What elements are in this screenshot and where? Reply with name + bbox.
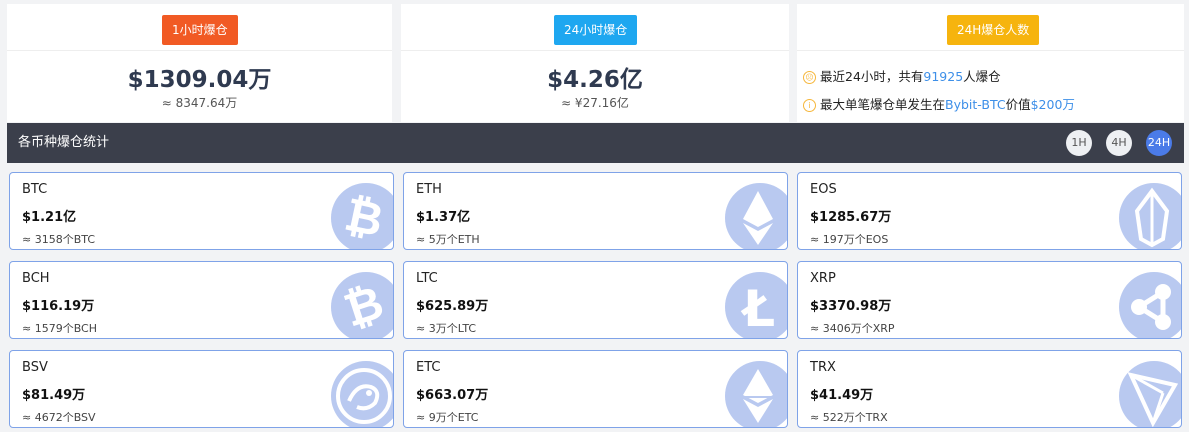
people-count-prefix: 最近24小时，共有 [820,69,924,84]
divider [797,50,1184,51]
coin-usd-value: $663.07万 [416,388,489,403]
ripple-icon [1119,272,1181,338]
bsv-dragon-icon [331,361,393,427]
day-liquidation-panel: 24小时爆仓 $4.26亿 ≈ ¥27.16亿 [401,4,789,122]
coin-card-eth[interactable]: ETH $1.37亿 ≈ 5万个ETH [403,172,788,250]
day-value: $4.26亿 [547,67,643,93]
tab-4h[interactable]: 4H [1106,130,1132,156]
largest-order-prefix: 最大单笔爆仓单发生在 [820,97,946,112]
people-count-suffix: 人爆仓 [963,69,1001,84]
coin-name: EOS [810,182,837,197]
people-count-line: ☹ 最近24小时，共有91925人爆仓 [803,66,1001,85]
divider [7,50,392,51]
svg-text:₿: ₿ [340,187,388,248]
tron-icon [1119,361,1181,427]
coin-amount: ≈ 3158个BTC [22,233,96,246]
day-approx: ≈ ¥27.16亿 [561,96,629,110]
largest-order-exchange-link[interactable]: Bybit-BTC [945,97,1006,112]
coin-amount: ≈ 197万个EOS [810,233,889,246]
coin-name: BTC [22,182,48,197]
hour-approx: ≈ 8347.64万 [161,96,238,110]
tab-1h[interactable]: 1H [1066,130,1092,156]
summary-section: 1小时爆仓 $1309.04万 ≈ 8347.64万 24小时爆仓 $4.26亿… [0,0,1189,122]
coin-amount: ≈ 3万个LTC [416,322,477,335]
coin-card-xrp[interactable]: XRP $3370.98万 ≈ 3406万个XRP [797,261,1182,339]
ethereum-icon [725,183,787,249]
people-tag: 24H爆仓人数 [947,15,1040,45]
sad-face-icon: ☹ [803,71,816,84]
largest-order-line: i 最大单笔爆仓单发生在Bybit-BTC价值$200万 [803,94,1075,113]
ethereum-classic-icon [725,361,787,427]
info-icon: i [803,99,816,112]
eos-icon [1119,183,1181,249]
coin-usd-value: $3370.98万 [810,299,892,314]
coin-card-btc[interactable]: BTC $1.21亿 ≈ 3158个BTC ₿ [9,172,394,250]
coin-name: TRX [810,360,836,375]
bitcoin-icon: ₿ [331,183,393,249]
people-panel: 24H爆仓人数 ☹ 最近24小时，共有91925人爆仓 i 最大单笔爆仓单发生在By… [797,4,1184,122]
coin-amount: ≈ 5万个ETH [416,233,480,246]
coin-card-bch[interactable]: BCH $116.19万 ≈ 1579个BCH ₿ [9,261,394,339]
largest-order-mid: 价值 [1005,97,1031,112]
tab-24h[interactable]: 24H [1146,130,1172,156]
coin-usd-value: $81.49万 [22,388,86,403]
coin-card-eos[interactable]: EOS $1285.67万 ≈ 197万个EOS [797,172,1182,250]
coin-usd-value: $625.89万 [416,299,489,314]
coin-usd-value: $1285.67万 [810,210,892,225]
svg-text:₿: ₿ [338,275,390,338]
stats-header-bar: 各币种爆仓统计 1H 4H 24H [7,123,1184,163]
coin-amount: ≈ 522万个TRX [810,411,888,424]
coin-name: ETH [416,182,442,197]
largest-order-value: $200万 [1030,97,1075,112]
coin-name: BCH [22,271,50,286]
coin-name: ETC [416,360,441,375]
coin-card-bsv[interactable]: BSV $81.49万 ≈ 4672个BSV [9,350,394,428]
coin-card-etc[interactable]: ETC $663.07万 ≈ 9万个ETC [403,350,788,428]
coin-amount: ≈ 9万个ETC [416,411,479,424]
coin-name: XRP [810,271,836,286]
coin-usd-value: $116.19万 [22,299,95,314]
day-tag: 24小时爆仓 [554,15,638,45]
coin-name: BSV [22,360,48,375]
coin-usd-value: $1.21亿 [22,210,77,225]
hour-value: $1309.04万 [127,67,272,93]
coin-amount: ≈ 1579个BCH [22,322,98,335]
stats-title: 各币种爆仓统计 [18,135,110,150]
coin-usd-value: $41.49万 [810,388,874,403]
litecoin-icon: Ł [725,272,787,338]
people-count: 91925 [923,69,964,84]
divider [401,50,789,51]
bitcoin-cash-icon: ₿ [331,272,393,338]
coin-name: LTC [416,271,438,286]
coin-card-ltc[interactable]: LTC $625.89万 ≈ 3万个LTC Ł [403,261,788,339]
svg-text:Ł: Ł [740,280,775,338]
hour-tag: 1小时爆仓 [162,15,238,45]
coin-amount: ≈ 3406万个XRP [810,322,895,335]
coin-amount: ≈ 4672个BSV [22,411,96,424]
coin-usd-value: $1.37亿 [416,210,471,225]
coin-card-trx[interactable]: TRX $41.49万 ≈ 522万个TRX [797,350,1182,428]
hour-liquidation-panel: 1小时爆仓 $1309.04万 ≈ 8347.64万 [7,4,392,122]
